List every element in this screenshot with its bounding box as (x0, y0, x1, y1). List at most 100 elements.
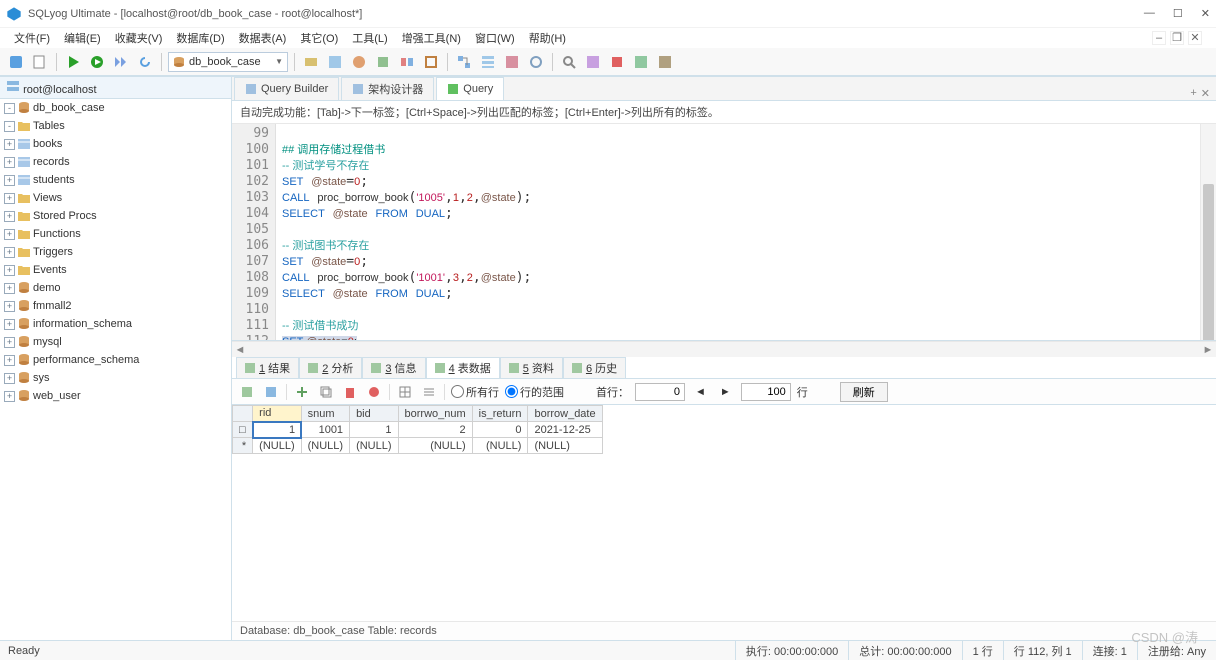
menu-item[interactable]: 收藏夹(V) (109, 30, 169, 46)
copy-row-icon[interactable] (317, 383, 335, 401)
mdi-close-button[interactable]: ✕ (1188, 31, 1202, 45)
tree-item[interactable]: +mysql (0, 333, 231, 351)
misc-1-icon[interactable] (631, 52, 651, 72)
tree-toggle[interactable]: - (4, 121, 15, 132)
misc-2-icon[interactable] (655, 52, 675, 72)
menu-item[interactable]: 帮助(H) (523, 30, 572, 46)
tree-item[interactable]: +fmmall2 (0, 297, 231, 315)
minimize-button[interactable]: — (1144, 7, 1155, 20)
tree-item[interactable]: +performance_schema (0, 351, 231, 369)
row-header[interactable]: * (233, 438, 253, 454)
tree-toggle[interactable]: + (4, 355, 15, 366)
add-row-icon[interactable] (293, 383, 311, 401)
grid-view-icon[interactable] (396, 383, 414, 401)
tree-item[interactable]: +information_schema (0, 315, 231, 333)
maximize-button[interactable]: ☐ (1173, 7, 1183, 20)
tools-1-icon[interactable] (301, 52, 321, 72)
first-row-input[interactable] (635, 383, 685, 401)
tree-item[interactable]: +demo (0, 279, 231, 297)
cancel-icon[interactable] (365, 383, 383, 401)
menu-item[interactable]: 窗口(W) (469, 30, 521, 46)
menu-item[interactable]: 增强工具(N) (396, 30, 467, 46)
tree-toggle[interactable]: + (4, 139, 15, 150)
sql-editor[interactable]: 99 100 101 102 103 104 105 106 107 108 1… (232, 124, 1216, 341)
column-header[interactable]: snum (301, 406, 349, 422)
column-header[interactable]: is_return (472, 406, 528, 422)
editor-tab[interactable]: Query (436, 77, 504, 100)
object-browser[interactable]: root@localhost -db_book_case-Tables+book… (0, 77, 232, 640)
editor-tab[interactable]: Query Builder (234, 77, 339, 100)
tree-toggle[interactable]: + (4, 175, 15, 186)
menu-item[interactable]: 工具(L) (346, 30, 393, 46)
delete-row-icon[interactable] (341, 383, 359, 401)
stop-icon[interactable] (607, 52, 627, 72)
column-header[interactable]: borrow_date (528, 406, 602, 422)
cell[interactable]: 0 (472, 422, 528, 438)
vertical-scrollbar[interactable] (1200, 124, 1216, 340)
tools-5-icon[interactable] (397, 52, 417, 72)
schema-3-icon[interactable] (502, 52, 522, 72)
cell[interactable]: (NULL) (253, 438, 301, 454)
tree-item[interactable]: +web_user (0, 387, 231, 405)
menu-item[interactable]: 其它(O) (294, 30, 344, 46)
tools-3-icon[interactable] (349, 52, 369, 72)
tree-toggle[interactable]: + (4, 265, 15, 276)
tree-item[interactable]: -Tables (0, 117, 231, 135)
tree-toggle[interactable]: + (4, 211, 15, 222)
prev-page-icon[interactable]: ◄ (691, 386, 710, 398)
column-header[interactable]: bid (350, 406, 398, 422)
cell[interactable]: 2 (398, 422, 472, 438)
database-selector[interactable]: db_book_case ▼ (168, 52, 288, 72)
tree-item[interactable]: +students (0, 171, 231, 189)
close-button[interactable]: ✕ (1201, 7, 1210, 20)
connection-tab[interactable]: root@localhost (0, 77, 231, 99)
result-tab[interactable]: 3 信息 (362, 357, 425, 378)
refresh-button[interactable]: 刷新 (840, 382, 888, 402)
result-tab[interactable]: 2 分析 (299, 357, 362, 378)
save-icon[interactable] (262, 383, 280, 401)
tree-item[interactable]: +Views (0, 189, 231, 207)
menu-item[interactable]: 编辑(E) (58, 30, 107, 46)
editor-tab[interactable]: 架构设计器 (341, 77, 434, 100)
tools-6-icon[interactable] (421, 52, 441, 72)
mdi-min-button[interactable]: – (1152, 31, 1166, 45)
schema-4-icon[interactable] (526, 52, 546, 72)
tree-toggle[interactable]: + (4, 283, 15, 294)
schema-2-icon[interactable] (478, 52, 498, 72)
new-conn-icon[interactable] (6, 52, 26, 72)
tree-item[interactable]: +Functions (0, 225, 231, 243)
schema-1-icon[interactable] (454, 52, 474, 72)
tools-2-icon[interactable] (325, 52, 345, 72)
tree-toggle[interactable]: + (4, 373, 15, 384)
tree-item[interactable]: +Events (0, 261, 231, 279)
tree-toggle[interactable]: + (4, 193, 15, 204)
result-tab[interactable]: 6 历史 (563, 357, 626, 378)
tree-toggle[interactable]: + (4, 229, 15, 240)
cell[interactable]: 1 (350, 422, 398, 438)
tree-item[interactable]: +sys (0, 369, 231, 387)
cell[interactable]: (NULL) (528, 438, 602, 454)
find-icon[interactable] (559, 52, 579, 72)
tools-4-icon[interactable] (373, 52, 393, 72)
range-rows-radio[interactable]: 行的范围 (505, 384, 564, 400)
next-page-icon[interactable]: ► (716, 386, 735, 398)
cell[interactable]: 2021-12-25 (528, 422, 602, 438)
row-count-input[interactable] (741, 383, 791, 401)
tree-toggle[interactable]: - (4, 103, 15, 114)
result-tab[interactable]: 1 结果 (236, 357, 299, 378)
mdi-restore-button[interactable]: ❐ (1170, 31, 1184, 45)
column-header[interactable]: borrwo_num (398, 406, 472, 422)
menu-item[interactable]: 数据表(A) (233, 30, 293, 46)
cell[interactable]: (NULL) (350, 438, 398, 454)
result-grid[interactable]: ridsnumbidborrwo_numis_returnborrow_date… (232, 405, 1216, 621)
add-tab-icon[interactable]: + (1190, 87, 1196, 100)
cell[interactable]: 1 (253, 422, 301, 438)
cell[interactable]: 1001 (301, 422, 349, 438)
row-header[interactable]: □ (233, 422, 253, 438)
tree-toggle[interactable]: + (4, 247, 15, 258)
tree-item[interactable]: +Stored Procs (0, 207, 231, 225)
refresh-icon[interactable] (135, 52, 155, 72)
text-view-icon[interactable] (420, 383, 438, 401)
close-tab-icon[interactable]: ✕ (1201, 87, 1210, 100)
menu-item[interactable]: 文件(F) (8, 30, 56, 46)
